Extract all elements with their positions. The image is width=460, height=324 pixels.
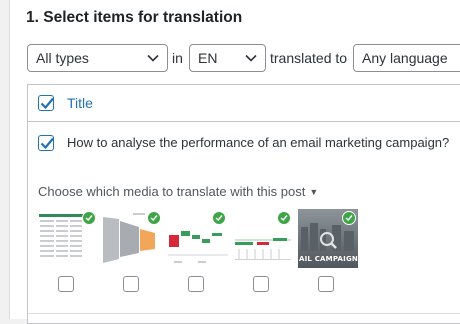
media-thumbnail-bar-chart[interactable] xyxy=(233,209,293,268)
translated-to-label: translated to xyxy=(270,50,348,66)
target-language-value: Any language xyxy=(362,50,448,66)
translate-badge-icon xyxy=(82,211,96,225)
target-language-select[interactable]: Any language xyxy=(353,44,460,72)
type-select[interactable]: All types xyxy=(27,44,168,72)
post-title: How to analyse the performance of an ema… xyxy=(67,135,450,150)
translate-badge-icon xyxy=(147,211,161,225)
media-checkbox[interactable] xyxy=(58,276,74,292)
media-checkbox[interactable] xyxy=(318,276,334,292)
source-language-select[interactable]: EN xyxy=(189,44,266,72)
items-table: Title How to analyse the performance of … xyxy=(27,84,460,324)
row-checkbox[interactable] xyxy=(38,135,54,151)
type-select-value: All types xyxy=(36,50,89,66)
caret-down-icon: ▼ xyxy=(309,187,319,197)
media-label-text: Choose which media to translate with thi… xyxy=(38,184,306,199)
thumbnail-caption: AIL CAMPAIGN xyxy=(299,255,358,263)
chevron-down-icon xyxy=(147,54,159,62)
translate-badge-icon xyxy=(277,211,291,225)
media-checkbox[interactable] xyxy=(123,276,139,292)
chevron-down-icon xyxy=(245,54,257,62)
in-label: in xyxy=(172,50,183,66)
media-thumbnail-waterfall[interactable] xyxy=(168,209,228,268)
media-thumbnail-spreadsheet[interactable] xyxy=(38,209,98,268)
checkmark-icon xyxy=(40,97,54,110)
row-divider xyxy=(28,313,460,314)
checkmark-icon xyxy=(40,137,54,150)
translate-badge-icon xyxy=(212,211,226,225)
media-toggle[interactable]: Choose which media to translate with thi… xyxy=(38,184,318,199)
translate-badge-icon xyxy=(342,211,356,225)
table-header: Title xyxy=(28,85,460,122)
media-thumbnail-funnel[interactable] xyxy=(103,209,163,268)
media-checkbox[interactable] xyxy=(188,276,204,292)
select-all-checkbox[interactable] xyxy=(38,95,54,111)
source-language-value: EN xyxy=(198,50,218,66)
section-title: 1. Select items for translation xyxy=(26,9,243,26)
media-thumbnail-campaign[interactable]: AIL CAMPAIGN xyxy=(298,209,358,268)
media-checkbox[interactable] xyxy=(253,276,269,292)
column-title-header[interactable]: Title xyxy=(67,95,93,111)
